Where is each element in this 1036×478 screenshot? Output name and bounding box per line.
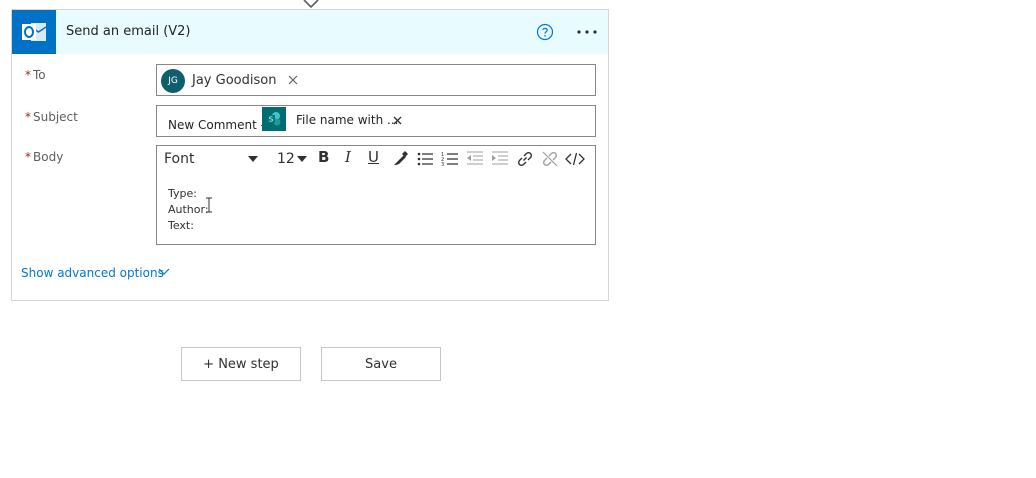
subject-field[interactable]: New Comment - S File name with ...: [156, 105, 596, 137]
show-advanced-options-link[interactable]: Show advanced options: [21, 266, 164, 280]
to-label-text: To: [33, 68, 46, 82]
outlook-icon: [12, 10, 56, 54]
subject-label: * Subject: [25, 110, 78, 124]
required-marker: *: [25, 68, 31, 82]
dynamic-content-token[interactable]: S File name with ...: [261, 107, 407, 133]
unlink-icon[interactable]: [541, 150, 559, 168]
text-cursor-icon: [206, 197, 212, 213]
subject-label-text: Subject: [33, 110, 78, 124]
highlight-icon[interactable]: [391, 150, 409, 168]
chevron-down-icon[interactable]: [158, 268, 170, 276]
connector-arrow-icon: [303, 0, 319, 9]
to-field[interactable]: JG Jay Goodison: [156, 64, 596, 96]
body-label: * Body: [25, 150, 63, 164]
to-label: * To: [25, 68, 46, 82]
underline-button[interactable]: U: [368, 148, 379, 166]
help-icon[interactable]: [536, 23, 554, 41]
more-options-icon[interactable]: [574, 22, 600, 42]
new-step-button[interactable]: + New step: [181, 347, 301, 381]
remove-token-icon[interactable]: [393, 116, 402, 125]
body-line-type: Type:: [168, 187, 197, 200]
bulleted-list-icon[interactable]: [416, 150, 434, 168]
save-button[interactable]: Save: [321, 347, 441, 381]
svg-text:S: S: [269, 116, 274, 124]
required-marker: *: [25, 110, 31, 124]
action-title: Send an email (V2): [66, 24, 191, 39]
bold-button[interactable]: B: [318, 148, 329, 166]
link-icon[interactable]: [516, 150, 534, 168]
font-family-dropdown[interactable]: Font: [164, 151, 194, 167]
required-marker: *: [25, 150, 31, 164]
chevron-down-icon[interactable]: [297, 156, 307, 162]
send-email-action-card: Send an email (V2) * To JG Jay Goodison *…: [11, 9, 609, 301]
avatar: JG: [161, 69, 185, 93]
subject-text: New Comment -: [168, 118, 265, 132]
body-label-text: Body: [33, 150, 64, 164]
body-line-author: Author:: [168, 203, 209, 216]
body-editor[interactable]: Font 12 B I U 123 Type: Author: Text:: [156, 145, 596, 245]
numbered-list-icon[interactable]: 123: [441, 150, 459, 168]
sharepoint-icon: S: [262, 107, 286, 131]
increase-indent-icon[interactable]: [491, 150, 509, 168]
code-view-icon[interactable]: [565, 150, 585, 168]
decrease-indent-icon[interactable]: [466, 150, 484, 168]
recipient-name: Jay Goodison: [192, 73, 277, 88]
token-label: File name with ...: [296, 113, 399, 127]
body-content[interactable]: Type: Author: Text:: [168, 186, 209, 234]
svg-text:3: 3: [441, 162, 444, 168]
rich-text-toolbar: Font 12 B I U 123: [157, 146, 595, 172]
font-size-dropdown[interactable]: 12: [277, 151, 295, 167]
italic-button[interactable]: I: [345, 148, 351, 166]
action-card-header[interactable]: Send an email (V2): [12, 10, 608, 54]
remove-recipient-icon[interactable]: [288, 75, 298, 85]
chevron-down-icon[interactable]: [248, 156, 258, 162]
body-line-text: Text:: [168, 219, 194, 232]
